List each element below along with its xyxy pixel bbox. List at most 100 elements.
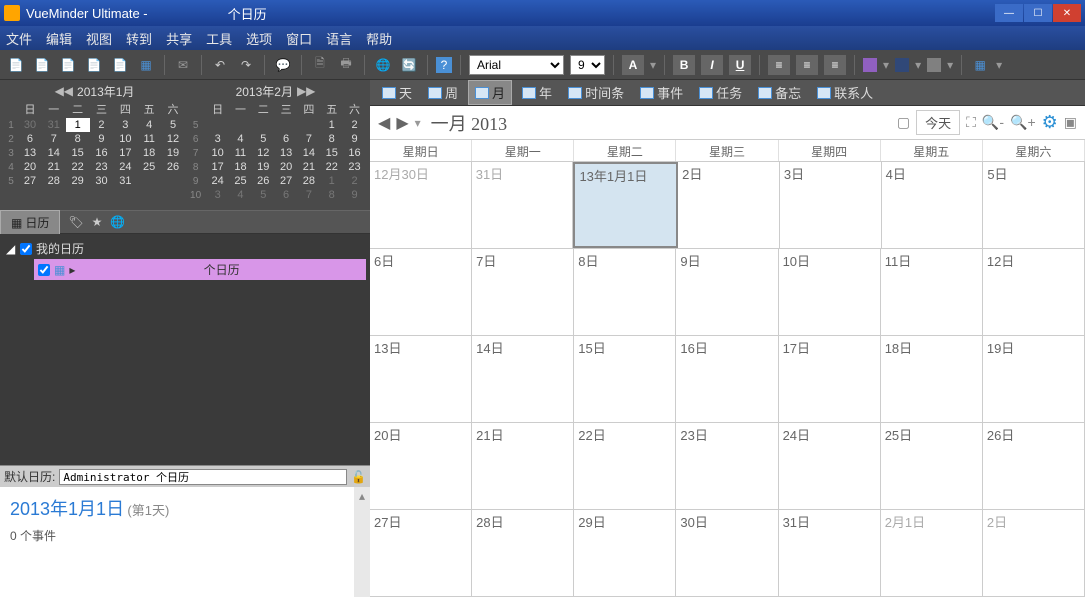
new-note-icon[interactable]: 📄 [58, 55, 78, 75]
mini-day[interactable]: 8 [66, 132, 90, 146]
mini-day[interactable]: 25 [137, 160, 161, 174]
day-cell[interactable]: 29日 [574, 510, 676, 596]
day-cell[interactable]: 17日 [779, 336, 881, 422]
mini-day[interactable]: 10 [206, 146, 229, 160]
mini-day[interactable]: 6 [275, 132, 298, 146]
mini-day[interactable]: 29 [66, 174, 90, 188]
day-cell[interactable]: 21日 [472, 423, 574, 509]
mini-day[interactable]: 23 [343, 160, 366, 174]
mini-day[interactable]: 3 [113, 118, 137, 132]
viewtab-备忘[interactable]: 备忘 [752, 81, 807, 104]
mini-day[interactable]: 3 [206, 188, 229, 202]
mini-day[interactable]: 22 [320, 160, 343, 174]
day-cell[interactable]: 23日 [676, 423, 778, 509]
align-left-button[interactable]: ≡ [768, 55, 790, 75]
mini-day[interactable]: 21 [42, 160, 66, 174]
mini-day[interactable]: 31 [113, 174, 137, 188]
mini-day[interactable] [206, 118, 229, 132]
mini-day[interactable] [229, 118, 252, 132]
mini-day[interactable]: 9 [343, 188, 366, 202]
mini-day[interactable]: 27 [275, 174, 298, 188]
day-cell[interactable]: 13日 [370, 336, 472, 422]
menu-文件[interactable]: 文件 [6, 29, 32, 48]
day-cell[interactable]: 2日 [983, 510, 1085, 596]
color-navy[interactable] [895, 58, 909, 72]
menu-共享[interactable]: 共享 [166, 29, 192, 48]
day-cell[interactable]: 16日 [676, 336, 778, 422]
mini-day[interactable]: 2 [343, 118, 366, 132]
mini-day[interactable]: 20 [18, 160, 42, 174]
mini-day[interactable]: 24 [113, 160, 137, 174]
viewtab-周[interactable]: 周 [422, 81, 464, 104]
day-cell[interactable]: 9日 [676, 249, 778, 335]
mini-day[interactable]: 7 [297, 132, 320, 146]
default-cal-input[interactable] [59, 469, 347, 485]
day-cell[interactable]: 26日 [983, 423, 1085, 509]
day-cell[interactable]: 15日 [574, 336, 676, 422]
mini-day[interactable]: 9 [90, 132, 114, 146]
zoom-fit-icon[interactable]: ⛶ [966, 114, 976, 131]
mini-day[interactable]: 12 [161, 132, 185, 146]
italic-button[interactable]: I [701, 55, 723, 75]
color-gray[interactable] [927, 58, 941, 72]
day-cell[interactable]: 4日 [882, 162, 984, 248]
mini-day[interactable]: 20 [275, 160, 298, 174]
day-cell[interactable]: 31日 [472, 162, 574, 248]
mini-day[interactable]: 26 [161, 160, 185, 174]
viewtab-事件[interactable]: 事件 [634, 81, 689, 104]
mini-day[interactable] [297, 118, 320, 132]
day-cell[interactable]: 6日 [370, 249, 472, 335]
mini-day[interactable]: 1 [66, 118, 90, 132]
day-cell[interactable]: 24日 [779, 423, 881, 509]
mini-day[interactable]: 21 [297, 160, 320, 174]
tag-icon[interactable]: 🏷 [68, 215, 83, 229]
mini-day[interactable]: 4 [229, 132, 252, 146]
tree-root[interactable]: ◢ 我的日历 [4, 238, 366, 259]
expand-icon[interactable]: ◢ [6, 242, 16, 256]
mini-day[interactable]: 4 [229, 188, 252, 202]
settings-gear-icon[interactable]: ⚙ [1042, 112, 1058, 133]
mini-day[interactable]: 10 [113, 132, 137, 146]
day-cell[interactable]: 12月30日 [370, 162, 472, 248]
day-cell[interactable]: 3日 [780, 162, 882, 248]
mail-icon[interactable]: ✉ [173, 55, 193, 75]
close-button[interactable]: ✕ [1053, 4, 1081, 22]
mini-day[interactable]: 25 [229, 174, 252, 188]
day-cell[interactable]: 20日 [370, 423, 472, 509]
zoom-out-icon[interactable]: 🔍- [982, 114, 1004, 131]
mini-day[interactable]: 8 [320, 132, 343, 146]
mini-day[interactable]: 7 [297, 188, 320, 202]
lock-icon[interactable]: 🔓 [351, 470, 366, 484]
mini-day[interactable]: 30 [90, 174, 114, 188]
mini-day[interactable]: 1 [320, 174, 343, 188]
mini-day[interactable]: 5 [252, 188, 275, 202]
menu-编辑[interactable]: 编辑 [46, 29, 72, 48]
child-checkbox[interactable] [38, 264, 50, 276]
bold-button[interactable]: B [673, 55, 695, 75]
help-icon[interactable]: ? [436, 57, 452, 73]
redo-icon[interactable]: ↷ [236, 55, 256, 75]
maximize-button[interactable]: ☐ [1024, 4, 1052, 22]
day-cell[interactable]: 14日 [472, 336, 574, 422]
viewtab-月[interactable]: 月 [468, 80, 512, 105]
mini-day[interactable]: 5 [161, 118, 185, 132]
align-right-button[interactable]: ≡ [824, 55, 846, 75]
mini-next-icon[interactable]: ▶▶ [297, 84, 315, 98]
align-center-button[interactable]: ≡ [796, 55, 818, 75]
font-select[interactable]: Arial [469, 55, 564, 75]
mini-day[interactable]: 11 [229, 146, 252, 160]
font-size-select[interactable]: 9 [570, 55, 605, 75]
mini-day[interactable]: 30 [18, 118, 42, 132]
viewtab-联系人[interactable]: 联系人 [811, 81, 879, 104]
day-cell[interactable]: 25日 [881, 423, 983, 509]
mini-day[interactable]: 14 [42, 146, 66, 160]
expand-arrow-icon[interactable]: ▸ [69, 263, 75, 277]
mini-day[interactable]: 11 [137, 132, 161, 146]
mini-day[interactable]: 16 [343, 146, 366, 160]
undo-icon[interactable]: ↶ [210, 55, 230, 75]
mini-day[interactable]: 18 [137, 146, 161, 160]
mini-day[interactable]: 19 [252, 160, 275, 174]
menu-转到[interactable]: 转到 [126, 29, 152, 48]
mini-day[interactable]: 17 [206, 160, 229, 174]
mini-day[interactable]: 2 [343, 174, 366, 188]
